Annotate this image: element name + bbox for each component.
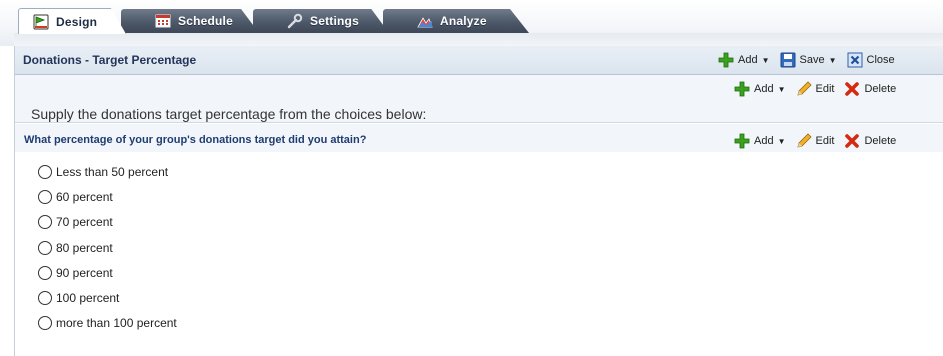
- choice-option[interactable]: Less than 50 percent: [38, 159, 177, 184]
- question-add-button[interactable]: Add ▼: [734, 133, 786, 149]
- choice-option[interactable]: more than 100 percent: [38, 311, 177, 336]
- radio-button[interactable]: [38, 164, 52, 179]
- pencil-icon: [796, 133, 812, 149]
- choice-label: 70 percent: [56, 215, 113, 230]
- tab-schedule[interactable]: Schedule: [121, 9, 259, 33]
- choice-option[interactable]: 60 percent: [38, 184, 177, 209]
- edit-label: Edit: [815, 135, 835, 147]
- edit-label: Edit: [815, 83, 835, 95]
- delete-icon: [844, 81, 860, 97]
- save-button[interactable]: Save ▼: [780, 52, 837, 68]
- add-label: Add: [738, 54, 758, 66]
- close-icon: [847, 52, 863, 68]
- choice-option[interactable]: 90 percent: [38, 260, 177, 285]
- choice-label: 80 percent: [56, 240, 113, 255]
- section-delete-button[interactable]: Delete: [844, 81, 896, 97]
- wrench-icon: [287, 13, 303, 29]
- choice-label: 90 percent: [56, 265, 113, 280]
- tab-label: Design: [56, 14, 98, 29]
- add-label: Add: [754, 83, 774, 95]
- section-add-button[interactable]: Add ▼: [734, 81, 786, 97]
- tab-analyze[interactable]: Analyze: [383, 9, 529, 33]
- pencil-icon: [796, 81, 812, 97]
- radio-button[interactable]: [38, 215, 52, 230]
- tab-label: Schedule: [178, 14, 233, 28]
- question-text: What percentage of your group's donation…: [24, 134, 367, 146]
- survey-editor-panel: Donations - Target Percentage Add ▼ Save…: [14, 46, 943, 356]
- tab-strip-background: [14, 33, 943, 46]
- radio-button[interactable]: [38, 240, 52, 255]
- delete-label: Delete: [864, 135, 897, 147]
- radio-button[interactable]: [38, 316, 52, 331]
- analyze-icon: [417, 13, 433, 29]
- question-delete-button[interactable]: Delete: [844, 133, 896, 149]
- tab-design[interactable]: Design: [18, 8, 126, 34]
- radio-button[interactable]: [38, 291, 52, 306]
- close-label: Close: [866, 54, 895, 66]
- chevron-down-icon: ▼: [761, 55, 770, 65]
- choice-option[interactable]: 80 percent: [38, 235, 177, 260]
- question-edit-button[interactable]: Edit: [796, 133, 835, 149]
- choice-list: Less than 50 percent 60 percent 70 perce…: [38, 159, 177, 336]
- add-label: Add: [754, 135, 774, 147]
- save-icon: [780, 52, 796, 68]
- tab-strip: Design Schedule Settings Analyze: [0, 0, 943, 46]
- choice-label: 60 percent: [56, 189, 113, 204]
- choice-option[interactable]: 70 percent: [38, 210, 177, 235]
- schedule-icon: [155, 13, 171, 29]
- chevron-down-icon: ▼: [828, 55, 837, 65]
- tab-settings[interactable]: Settings: [253, 9, 389, 33]
- chevron-down-icon: ▼: [777, 84, 786, 94]
- chevron-down-icon: ▼: [777, 136, 786, 146]
- header-toolbar: Add ▼ Save ▼ Close: [708, 52, 895, 68]
- add-icon: [734, 81, 750, 97]
- page-title: Donations - Target Percentage: [23, 53, 197, 67]
- choice-label: Less than 50 percent: [56, 164, 169, 179]
- add-icon: [718, 52, 734, 68]
- tab-label: Settings: [310, 14, 359, 28]
- section-edit-button[interactable]: Edit: [796, 81, 835, 97]
- radio-button[interactable]: [38, 189, 52, 204]
- delete-icon: [844, 133, 860, 149]
- tab-label: Analyze: [440, 14, 487, 28]
- add-button[interactable]: Add ▼: [718, 52, 770, 68]
- save-label: Save: [799, 54, 825, 66]
- delete-label: Delete: [864, 83, 897, 95]
- choice-option[interactable]: 100 percent: [38, 285, 177, 310]
- add-icon: [734, 133, 750, 149]
- radio-button[interactable]: [38, 265, 52, 280]
- close-button[interactable]: Close: [847, 52, 895, 68]
- section-toolbar: Add ▼ Edit Delete: [724, 81, 896, 97]
- choice-label: more than 100 percent: [56, 316, 177, 331]
- section-instructions: Supply the donations target percentage f…: [31, 106, 427, 122]
- design-icon: [33, 14, 49, 30]
- question-toolbar: Add ▼ Edit Delete: [724, 133, 896, 149]
- choice-label: 100 percent: [56, 291, 120, 306]
